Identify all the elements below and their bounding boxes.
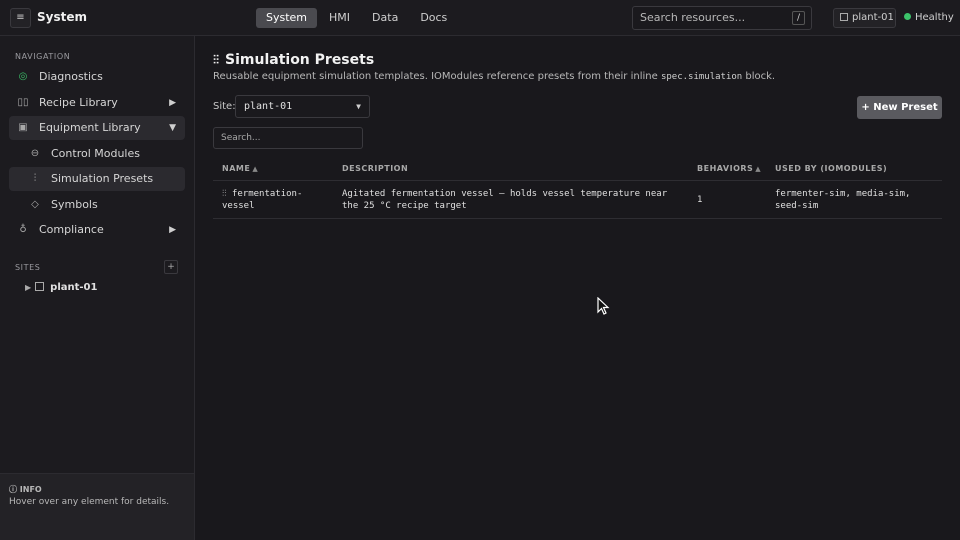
- page-title: ⫶⫶ Simulation Presets: [213, 52, 374, 68]
- info-title: INFO: [19, 485, 42, 494]
- site-tree-item-plant-01[interactable]: ▶ plant-01: [25, 282, 97, 293]
- description-code: spec.simulation: [660, 72, 743, 82]
- app-title: System: [37, 10, 87, 24]
- preset-name-cell[interactable]: ⫶⫶ fermentation-vessel: [222, 188, 332, 212]
- shortcut-key: /: [792, 11, 805, 25]
- preset-used-by-cell: fermenter-sim, media-sim, seed-sim: [775, 189, 911, 211]
- description-text: Reusable equipment simulation templates.…: [213, 71, 661, 82]
- sidebar: NAVIGATION ◎ Diagnostics ▯▯ Recipe Libra…: [0, 36, 195, 540]
- description-text-end: block.: [742, 71, 776, 82]
- diamond-icon: ◇: [31, 199, 39, 210]
- table-search-placeholder: Search...: [221, 133, 261, 143]
- resource-search-input[interactable]: Search resources... /: [632, 6, 812, 30]
- equipment-icon: ▣: [18, 122, 28, 133]
- add-site-button[interactable]: +: [164, 260, 178, 274]
- table-row[interactable]: ⫶⫶ fermentation-vessel Agitated fermenta…: [213, 181, 942, 219]
- main-content: ⫶⫶ Simulation Presets Reusable equipment …: [195, 36, 960, 540]
- sort-icon: ▲: [755, 165, 762, 173]
- diagnostics-icon: ◎: [18, 71, 28, 82]
- sidebar-item-equipment-library[interactable]: ▣ Equipment Library ▼: [9, 116, 185, 140]
- sidebar-item-label: Equipment Library: [39, 121, 141, 134]
- info-heading: ⓘ INFO: [9, 485, 42, 494]
- control-module-icon: ⊖: [30, 148, 40, 159]
- expand-arrow-icon[interactable]: ▶: [25, 283, 31, 292]
- sidebar-item-simulation-presets[interactable]: ⫶ Simulation Presets: [9, 167, 185, 191]
- page-description: Reusable equipment simulation templates.…: [213, 71, 775, 82]
- chevron-down-icon: ▼: [169, 123, 176, 133]
- menu-button[interactable]: ≡: [10, 8, 31, 28]
- table-search-input[interactable]: Search...: [213, 127, 363, 149]
- sidebar-item-label: Diagnostics: [39, 70, 103, 83]
- column-header-behaviors[interactable]: BEHAVIORS ▲: [697, 164, 761, 173]
- sidebar-item-label: Recipe Library: [39, 96, 118, 109]
- new-preset-button[interactable]: + New Preset: [857, 96, 942, 119]
- building-icon: [35, 282, 45, 291]
- info-panel: ⓘ INFO Hover over any element for detail…: [0, 473, 194, 540]
- site-chip-label: plant-01: [852, 12, 894, 23]
- ribbon-icon: ♁: [19, 224, 27, 235]
- sidebar-item-symbols[interactable]: ◇ Symbols: [9, 193, 185, 217]
- sidebar-item-label: Compliance: [39, 223, 104, 236]
- navigation-heading: NAVIGATION: [15, 52, 71, 61]
- site-select-value: plant-01: [244, 101, 293, 112]
- site-filter-label: Site:: [213, 101, 236, 112]
- preset-behaviors-cell: 1: [697, 195, 703, 205]
- health-status: Healthy: [904, 12, 954, 23]
- building-icon: [840, 13, 848, 21]
- sidebar-item-label: Symbols: [51, 198, 98, 211]
- status-dot-icon: [904, 13, 911, 20]
- chevron-right-icon: ▶: [169, 98, 176, 108]
- table-header: NAME ▲ DESCRIPTION BEHAVIORS ▲ USED BY (IO…: [213, 158, 942, 181]
- page-title-text: Simulation Presets: [225, 52, 375, 68]
- chevron-right-icon: ▶: [169, 225, 176, 235]
- sliders-icon: ⫶: [33, 173, 37, 184]
- info-text: Hover over any element for details.: [9, 497, 170, 507]
- health-label: Healthy: [915, 12, 954, 23]
- mouse-cursor-icon: [597, 297, 610, 315]
- sidebar-item-control-modules[interactable]: ⊖ Control Modules: [9, 142, 185, 166]
- site-select[interactable]: plant-01 ▼: [235, 95, 370, 118]
- top-bar: ≡ System System HMI Data Docs Search res…: [0, 0, 960, 36]
- tab-hmi[interactable]: HMI: [319, 8, 360, 28]
- site-tree-label: plant-01: [50, 282, 98, 293]
- column-header-used-by: USED BY (IOMODULES): [775, 164, 888, 173]
- site-chip[interactable]: plant-01: [833, 8, 896, 28]
- sites-heading: SITES: [15, 263, 41, 272]
- column-header-description: DESCRIPTION: [342, 164, 409, 173]
- sidebar-item-label: Simulation Presets: [51, 172, 154, 185]
- tab-data[interactable]: Data: [362, 8, 408, 28]
- sliders-icon: ⫶⫶: [222, 189, 227, 199]
- caret-down-icon: ▼: [356, 102, 361, 111]
- preset-description-cell: Agitated fermentation vessel — holds ves…: [342, 189, 668, 211]
- sort-icon: ▲: [252, 165, 259, 173]
- sliders-icon: ⫶⫶: [213, 53, 220, 67]
- sidebar-item-compliance[interactable]: ♁ Compliance ▶: [9, 218, 185, 242]
- main-tabs: System HMI Data Docs: [256, 8, 457, 28]
- tab-system[interactable]: System: [256, 8, 318, 28]
- book-icon: ▯▯: [17, 97, 29, 108]
- tab-docs[interactable]: Docs: [410, 8, 457, 28]
- presets-table: NAME ▲ DESCRIPTION BEHAVIORS ▲ USED BY (IO…: [213, 158, 942, 219]
- column-header-name[interactable]: NAME ▲: [222, 164, 332, 173]
- sidebar-item-label: Control Modules: [51, 147, 140, 160]
- sidebar-item-recipe-library[interactable]: ▯▯ Recipe Library ▶: [9, 91, 185, 115]
- sidebar-item-diagnostics[interactable]: ◎ Diagnostics: [9, 65, 185, 89]
- search-placeholder: Search resources...: [640, 11, 746, 24]
